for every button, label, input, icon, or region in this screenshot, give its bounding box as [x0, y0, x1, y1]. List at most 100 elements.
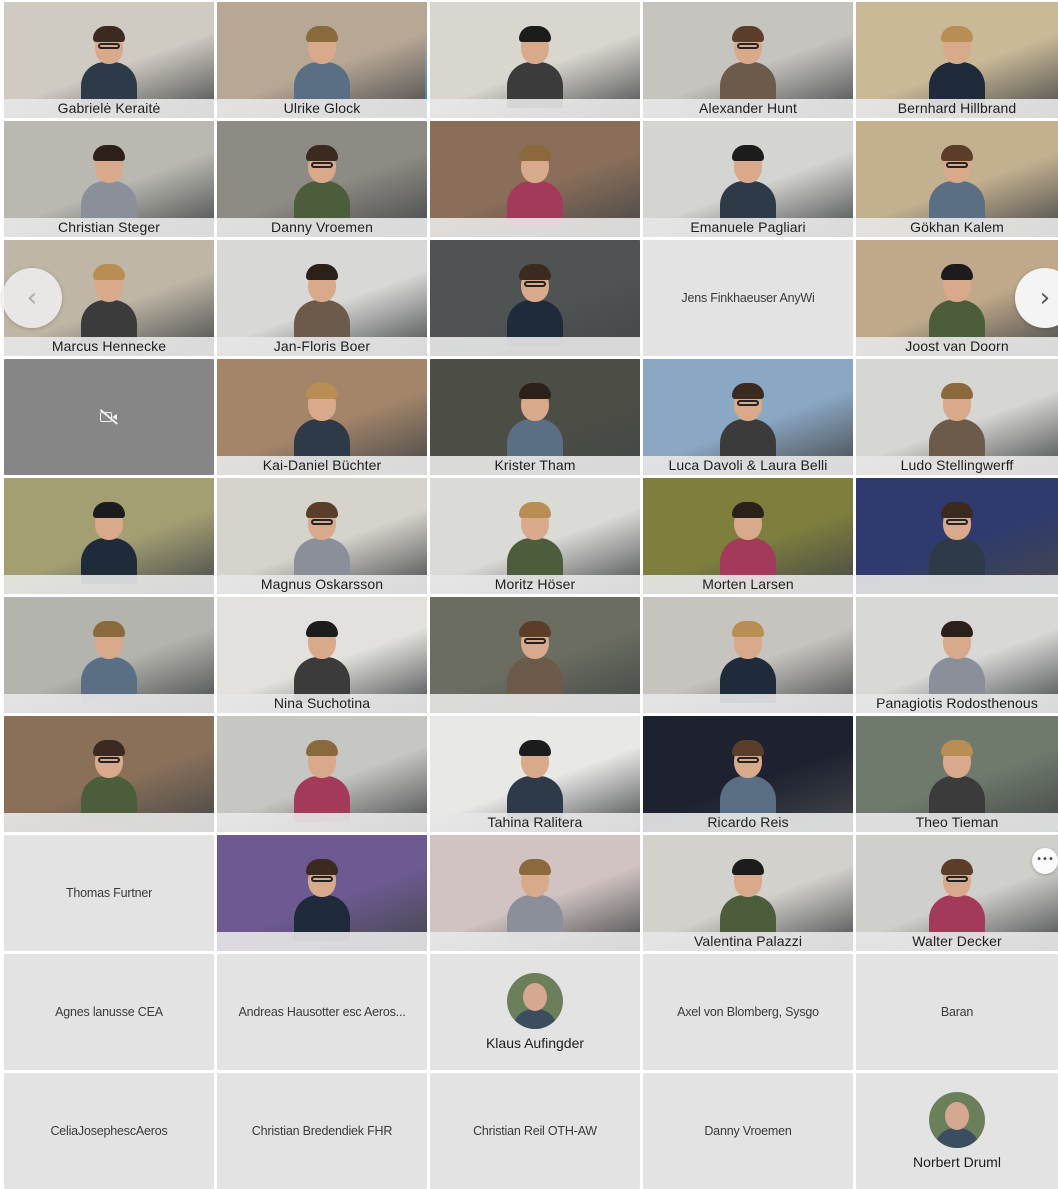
- participant-tile[interactable]: Andreas Hausotter esc Aeros...: [217, 954, 427, 1070]
- participant-name: Krister Tham: [430, 456, 640, 475]
- avatar: [507, 973, 563, 1029]
- participant-tile[interactable]: Gökhan Kalem: [856, 121, 1058, 237]
- participant-tile[interactable]: [430, 121, 640, 237]
- participant-tile[interactable]: Krister Tham: [430, 359, 640, 475]
- participant-tile[interactable]: Emanuele Pagliari: [643, 121, 853, 237]
- participant-silhouette: [720, 381, 776, 465]
- participant-tile[interactable]: [643, 597, 853, 713]
- participant-silhouette: [929, 143, 985, 227]
- participant-tile[interactable]: Alexander Hunt: [643, 2, 853, 118]
- participant-tile[interactable]: Jens Finkhaeuser AnyWi: [643, 240, 853, 356]
- participant-name: Bernhard Hillbrand: [856, 99, 1058, 118]
- participant-tile[interactable]: Christian Reil OTH-AW: [430, 1073, 640, 1189]
- participant-silhouette: [929, 738, 985, 822]
- participant-name: Kai-Daniel Büchter: [217, 456, 427, 475]
- participant-name: Marcus Hennecke: [4, 337, 214, 356]
- participant-tile[interactable]: [4, 478, 214, 594]
- participant-tile[interactable]: [4, 359, 214, 475]
- participant-name: Agnes lanusse CEA: [55, 1005, 163, 1019]
- camera-off-icon: [100, 409, 118, 425]
- participant-tile[interactable]: Agnes lanusse CEA: [4, 954, 214, 1070]
- participant-silhouette: [294, 619, 350, 703]
- participant-tile[interactable]: Jan-Floris Boer: [217, 240, 427, 356]
- participant-silhouette: [81, 24, 137, 108]
- participant-name: Jan-Floris Boer: [217, 337, 427, 356]
- participant-tile[interactable]: [4, 716, 214, 832]
- participant-tile[interactable]: Morten Larsen: [643, 478, 853, 594]
- participant-tile[interactable]: [217, 716, 427, 832]
- participant-name: [4, 575, 214, 594]
- participant-silhouette: [929, 24, 985, 108]
- participant-tile[interactable]: Ulrike Glock: [217, 2, 427, 118]
- participant-tile[interactable]: Nina Suchotina: [217, 597, 427, 713]
- participant-tile[interactable]: Magnus Oskarsson: [217, 478, 427, 594]
- participant-tile[interactable]: Danny Vroemen: [217, 121, 427, 237]
- participant-name: Danny Vroemen: [704, 1124, 792, 1138]
- participant-tile[interactable]: Norbert Druml: [856, 1073, 1058, 1189]
- participant-silhouette: [294, 857, 350, 941]
- participant-silhouette: [81, 500, 137, 584]
- participant-silhouette: [507, 262, 563, 346]
- participant-grid: Gabrielė Keraitė Ulrike Glock Alexander Hu…: [4, 2, 1058, 1189]
- participant-tile[interactable]: [856, 478, 1058, 594]
- participant-silhouette: [294, 381, 350, 465]
- participant-tile[interactable]: [430, 240, 640, 356]
- participant-tile[interactable]: Panagiotis Rodosthenous: [856, 597, 1058, 713]
- participant-tile[interactable]: Thomas Furtner: [4, 835, 214, 951]
- participant-tile[interactable]: Axel von Blomberg, Sysgo: [643, 954, 853, 1070]
- participant-tile[interactable]: [4, 597, 214, 713]
- previous-page-button[interactable]: ‹: [2, 268, 62, 328]
- participant-tile[interactable]: Gabrielė Keraitė: [4, 2, 214, 118]
- participant-name: Theo Tieman: [856, 813, 1058, 832]
- participant-tile[interactable]: Christian Bredendiek FHR: [217, 1073, 427, 1189]
- participant-name: Nina Suchotina: [217, 694, 427, 713]
- participant-silhouette: [294, 24, 350, 108]
- participant-tile[interactable]: Danny Vroemen: [643, 1073, 853, 1189]
- participant-tile[interactable]: [217, 835, 427, 951]
- participant-name: [4, 694, 214, 713]
- participant-name: Alexander Hunt: [643, 99, 853, 118]
- participant-name: Luca Davoli & Laura Belli: [643, 456, 853, 475]
- participant-tile[interactable]: [430, 835, 640, 951]
- participant-name: Moritz Höser: [430, 575, 640, 594]
- participant-tile[interactable]: CeliaJosephescAeros: [4, 1073, 214, 1189]
- participant-silhouette: [507, 738, 563, 822]
- participant-name: [430, 99, 640, 118]
- participant-name: Jens Finkhaeuser AnyWi: [681, 291, 815, 305]
- participant-silhouette: [720, 619, 776, 703]
- participant-tile[interactable]: [430, 2, 640, 118]
- participant-silhouette: [929, 381, 985, 465]
- participant-tile[interactable]: Tahina Ralitera: [430, 716, 640, 832]
- avatar: [929, 1092, 985, 1148]
- participant-silhouette: [720, 857, 776, 941]
- participant-name: [430, 337, 640, 356]
- participant-tile[interactable]: Ludo Stellingwerff: [856, 359, 1058, 475]
- participant-tile[interactable]: Ricardo Reis: [643, 716, 853, 832]
- participant-name: Emanuele Pagliari: [643, 218, 853, 237]
- participant-tile[interactable]: Valentina Palazzi: [643, 835, 853, 951]
- participant-silhouette: [294, 500, 350, 584]
- participant-name: Andreas Hausotter esc Aeros...: [238, 1005, 406, 1019]
- participant-tile[interactable]: Christian Steger: [4, 121, 214, 237]
- participant-tile[interactable]: Moritz Höser: [430, 478, 640, 594]
- participant-tile[interactable]: Walter Decker: [856, 835, 1058, 951]
- participant-silhouette: [507, 381, 563, 465]
- participant-name: Gökhan Kalem: [856, 218, 1058, 237]
- participant-tile[interactable]: Bernhard Hillbrand: [856, 2, 1058, 118]
- participant-tile[interactable]: [430, 597, 640, 713]
- participant-tile[interactable]: Luca Davoli & Laura Belli: [643, 359, 853, 475]
- participant-name: [430, 694, 640, 713]
- participant-name: [217, 932, 427, 951]
- participant-name: Norbert Druml: [913, 1154, 1001, 1170]
- participant-tile[interactable]: Klaus Aufingder: [430, 954, 640, 1070]
- participant-tile[interactable]: Theo Tieman: [856, 716, 1058, 832]
- participant-silhouette: [507, 857, 563, 941]
- participant-silhouette: [507, 143, 563, 227]
- more-options-button[interactable]: •••: [1032, 848, 1058, 874]
- participant-tile[interactable]: Baran: [856, 954, 1058, 1070]
- participant-tile[interactable]: Kai-Daniel Büchter: [217, 359, 427, 475]
- participant-name: [4, 813, 214, 832]
- participant-silhouette: [929, 262, 985, 346]
- participant-silhouette: [929, 500, 985, 584]
- participant-silhouette: [294, 738, 350, 822]
